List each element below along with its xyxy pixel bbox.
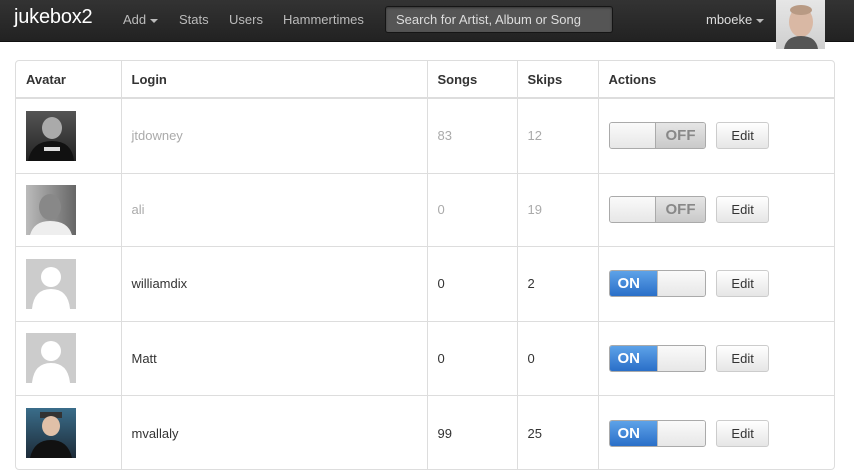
enabled-toggle[interactable]: OFF [608, 122, 706, 150]
login-cell: williamdix [120, 245, 427, 321]
top-navbar: jukebox2 Add Stats Users Hammertimes mbo… [0, 0, 854, 49]
username-label: mboeke [706, 12, 753, 27]
nav-users-link[interactable]: Users [229, 12, 263, 27]
songs-cell: 0 [426, 245, 517, 321]
avatar [26, 258, 76, 309]
actions-cell: ON Edit [597, 394, 834, 469]
edit-button[interactable]: Edit [716, 122, 770, 150]
toggle-knob [656, 345, 705, 371]
avatar-cell [16, 394, 121, 469]
toggle-off-label: OFF [654, 123, 705, 149]
avatar-cell [16, 320, 121, 395]
toggle-on-label: ON [609, 345, 658, 371]
person-photo-icon [30, 193, 72, 235]
chevron-down-icon [150, 18, 159, 23]
table-row: Matt 0 0 ON Edit [16, 320, 834, 395]
toggle-off-label: OFF [654, 197, 705, 222]
column-header-skips: Skips [516, 61, 598, 99]
person-photo-icon [28, 116, 74, 161]
avatar-cell [16, 97, 121, 173]
avatar [26, 184, 76, 235]
edit-button[interactable]: Edit [716, 196, 770, 223]
avatar [26, 110, 76, 161]
default-user-icon [32, 341, 70, 383]
table-row: williamdix 0 2 ON Edit [16, 245, 834, 321]
person-photo-icon [784, 5, 818, 49]
skips-cell: 25 [516, 394, 598, 469]
edit-button[interactable]: Edit [716, 270, 770, 297]
avatar [26, 333, 76, 383]
enabled-toggle[interactable]: ON [608, 270, 706, 297]
songs-cell: 99 [426, 394, 517, 469]
actions-cell: ON Edit [597, 320, 834, 395]
skips-cell: 0 [516, 320, 598, 395]
table-row: mvallaly 99 25 ON Edit [16, 394, 834, 469]
actions-cell: OFF Edit [597, 97, 834, 173]
actions-cell: ON Edit [597, 245, 834, 321]
avatar-cell [16, 245, 121, 321]
column-header-actions: Actions [597, 61, 834, 99]
chevron-down-icon [756, 18, 765, 23]
login-cell: Matt [120, 320, 427, 395]
users-table: Avatar Login Songs Skips Actions jtdowne… [16, 61, 834, 469]
user-menu-dropdown[interactable]: mboeke [706, 12, 765, 27]
edit-button[interactable]: Edit [716, 419, 770, 447]
avatar-cell [16, 172, 121, 246]
column-header-login: Login [120, 61, 427, 99]
avatar [26, 408, 76, 459]
table-row: jtdowney 83 12 OFF Edit [16, 97, 834, 173]
toggle-on-label: ON [609, 420, 658, 446]
column-header-avatar: Avatar [16, 61, 121, 99]
toggle-knob [656, 420, 705, 446]
skips-cell: 19 [516, 172, 598, 246]
toggle-knob [609, 123, 657, 149]
brand-logo[interactable]: jukebox2 [14, 6, 93, 29]
default-user-icon [32, 266, 70, 309]
nav-hammertimes-link[interactable]: Hammertimes [283, 12, 364, 27]
enabled-toggle[interactable]: OFF [608, 196, 706, 223]
nav-add-dropdown[interactable]: Add [123, 12, 159, 27]
login-cell: ali [120, 172, 427, 246]
songs-cell: 83 [426, 97, 517, 173]
toggle-knob [656, 271, 705, 296]
column-header-songs: Songs [426, 61, 517, 99]
skips-cell: 2 [516, 245, 598, 321]
toggle-on-label: ON [609, 271, 658, 296]
toggle-knob [609, 197, 657, 222]
enabled-toggle[interactable]: ON [608, 344, 706, 372]
search-input[interactable] [385, 6, 613, 33]
nav-stats-link[interactable]: Stats [179, 12, 209, 27]
enabled-toggle[interactable]: ON [608, 419, 706, 447]
login-cell: jtdowney [120, 97, 427, 173]
nav-add-label: Add [123, 12, 147, 27]
table-header-row: Avatar Login Songs Skips Actions [16, 61, 834, 99]
songs-cell: 0 [426, 172, 517, 246]
users-table-container: Avatar Login Songs Skips Actions jtdowne… [15, 60, 835, 470]
edit-button[interactable]: Edit [716, 344, 770, 372]
person-photo-icon [30, 412, 72, 459]
actions-cell: OFF Edit [597, 172, 834, 246]
skips-cell: 12 [516, 97, 598, 173]
login-cell: mvallaly [120, 394, 427, 469]
current-user-avatar[interactable] [776, 0, 825, 49]
table-row: ali 0 19 OFF Edit [16, 172, 834, 246]
songs-cell: 0 [426, 320, 517, 395]
